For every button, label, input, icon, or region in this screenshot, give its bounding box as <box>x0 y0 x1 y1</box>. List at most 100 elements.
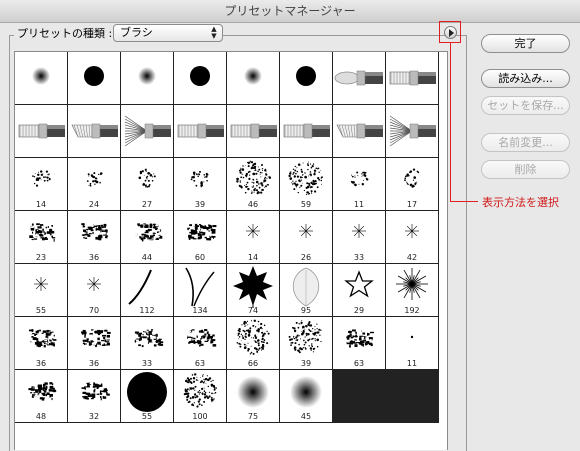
brush-preset-starburst[interactable]: 192 <box>386 264 438 316</box>
brush-preset-brush-flat[interactable] <box>227 105 279 157</box>
brush-thumbnail-icon <box>236 160 272 195</box>
brush-preset-chalk[interactable]: 60 <box>174 211 226 263</box>
brush-preset-brush-flat[interactable] <box>174 105 226 157</box>
brush-thumbnail-icon <box>283 123 330 139</box>
brush-preset-spatter-big[interactable]: 59 <box>280 158 332 210</box>
brush-preset-chalk[interactable]: 63 <box>333 317 385 369</box>
brush-preset-star-small[interactable]: 70 <box>68 264 120 316</box>
brush-preset-chalk[interactable]: 32 <box>68 370 120 422</box>
brush-preset-spatter[interactable]: 14 <box>15 158 67 210</box>
brush-thumbnail-icon <box>346 329 374 348</box>
brush-preset-star-small[interactable]: 26 <box>280 211 332 263</box>
brush-preset-spatter-big[interactable]: 66 <box>227 317 279 369</box>
brush-preset-brush-angled[interactable] <box>68 105 120 157</box>
brush-size-label: 192 <box>404 306 420 315</box>
brush-preset-grass-one[interactable]: 112 <box>121 264 173 316</box>
brush-preset-brush-fan[interactable] <box>386 105 438 157</box>
brush-preset-spatter-big[interactable]: 100 <box>174 370 226 422</box>
brush-thumbnail-icon <box>87 277 101 291</box>
brush-size-label: 26 <box>300 253 312 262</box>
preset-type-select[interactable]: ブラシ ▲ ▼ <box>113 24 223 42</box>
brush-preset-chalk[interactable]: 48 <box>15 370 67 422</box>
brush-preset-soft[interactable] <box>121 52 173 104</box>
brush-preset-spatter[interactable]: 39 <box>174 158 226 210</box>
brush-preset-brush-fan[interactable] <box>121 105 173 157</box>
save-set-button[interactable]: セットを保存... <box>481 96 570 115</box>
brush-size-label: 29 <box>353 306 365 315</box>
brush-preset-spatter[interactable]: 24 <box>68 158 120 210</box>
brush-preset-spatter-big[interactable]: 46 <box>227 158 279 210</box>
brush-thumbnail-icon <box>187 329 217 347</box>
brush-preset-brush-round[interactable] <box>333 52 385 104</box>
done-button-label: 完了 <box>514 37 537 50</box>
brush-size-label: 46 <box>247 200 259 209</box>
select-arrows-icon: ▲ ▼ <box>211 25 217 40</box>
brush-preset-brush-flat[interactable] <box>280 105 332 157</box>
brush-size-label: 63 <box>353 359 365 368</box>
brush-preset-list[interactable]: 14 24 27 39 46 59 11 17 23 36 44 60 14 26 33 42 55 70 112 1… <box>14 51 448 450</box>
brush-size-label: 11 <box>406 359 418 368</box>
brush-thumbnail-icon <box>290 376 322 408</box>
brush-thumbnail-icon <box>28 382 57 401</box>
brush-preset-spatter[interactable]: 17 <box>386 158 438 210</box>
brush-preset-star-small[interactable]: 33 <box>333 211 385 263</box>
rename-button-label: 名前変更... <box>498 136 553 149</box>
window-title: プリセットマネージャー <box>224 4 356 18</box>
brush-preset-chalk[interactable]: 23 <box>15 211 67 263</box>
done-button[interactable]: 完了 <box>481 34 570 53</box>
brush-preset-brush-angled[interactable] <box>333 105 385 157</box>
brush-preset-hard[interactable] <box>174 52 226 104</box>
brush-preset-hard[interactable] <box>68 52 120 104</box>
brush-size-label: 27 <box>141 200 153 209</box>
brush-preset-chalk[interactable]: 36 <box>15 317 67 369</box>
brush-thumbnail-icon <box>288 320 322 354</box>
brush-thumbnail-icon <box>34 277 48 291</box>
brush-thumbnail-icon <box>29 329 57 348</box>
brush-thumbnail-icon <box>237 376 269 408</box>
brush-thumbnail-icon <box>288 161 323 195</box>
brush-size-label: 39 <box>300 359 312 368</box>
brush-thumbnail-icon <box>296 66 316 86</box>
brush-preset-star-outline[interactable]: 29 <box>333 264 385 316</box>
rename-button[interactable]: 名前変更... <box>481 133 570 152</box>
brush-thumbnail-icon <box>404 168 420 188</box>
brush-size-label: 23 <box>35 253 47 262</box>
brush-preset-chalk[interactable]: 36 <box>68 317 120 369</box>
brush-preset-spatter-big[interactable]: 39 <box>280 317 332 369</box>
brush-thumbnail-icon <box>389 115 436 147</box>
brush-preset-chalk[interactable]: 36 <box>68 211 120 263</box>
brush-preset-grass-two[interactable]: 134 <box>174 264 226 316</box>
brush-preset-star-small[interactable]: 42 <box>386 211 438 263</box>
brush-preset-chalk[interactable]: 44 <box>121 211 173 263</box>
brush-size-label: 33 <box>141 359 153 368</box>
brush-preset-brush-flat[interactable] <box>386 52 438 104</box>
brush-preset-star-small[interactable]: 55 <box>15 264 67 316</box>
load-button[interactable]: 読み込み... <box>481 69 570 88</box>
brush-preset-soft[interactable] <box>15 52 67 104</box>
brush-preset-chalk[interactable]: 63 <box>174 317 226 369</box>
brush-preset-soft[interactable] <box>227 52 279 104</box>
brush-thumbnail-icon <box>86 172 103 187</box>
brush-thumbnail-icon <box>138 168 156 188</box>
brush-preset-leaf-light[interactable]: 95 <box>280 264 332 316</box>
brush-size-label: 55 <box>35 306 47 315</box>
brush-preset-soft-big[interactable]: 75 <box>227 370 279 422</box>
brush-size-label: 60 <box>194 253 206 262</box>
brush-preset-star-small[interactable]: 14 <box>227 211 279 263</box>
delete-button-label: 削除 <box>514 163 537 176</box>
brush-size-label: 48 <box>35 412 47 421</box>
brush-preset-spatter[interactable]: 11 <box>333 158 385 210</box>
brush-preset-spatter[interactable]: 27 <box>121 158 173 210</box>
brush-preset-leaf-maple[interactable]: 74 <box>227 264 279 316</box>
delete-button[interactable]: 削除 <box>481 160 570 179</box>
brush-preset-soft-big[interactable]: 45 <box>280 370 332 422</box>
brush-size-label: 112 <box>139 306 155 315</box>
brush-size-label: 36 <box>88 253 100 262</box>
brush-preset-brush-flat[interactable] <box>15 105 67 157</box>
brush-preset-dot-tiny[interactable]: 11 <box>386 317 438 369</box>
brush-thumbnail-icon <box>352 224 366 238</box>
brush-size-label: 44 <box>141 253 153 262</box>
brush-preset-hard[interactable] <box>280 52 332 104</box>
brush-preset-hard-big[interactable]: 55 <box>121 370 173 422</box>
brush-preset-chalk[interactable]: 33 <box>121 317 173 369</box>
